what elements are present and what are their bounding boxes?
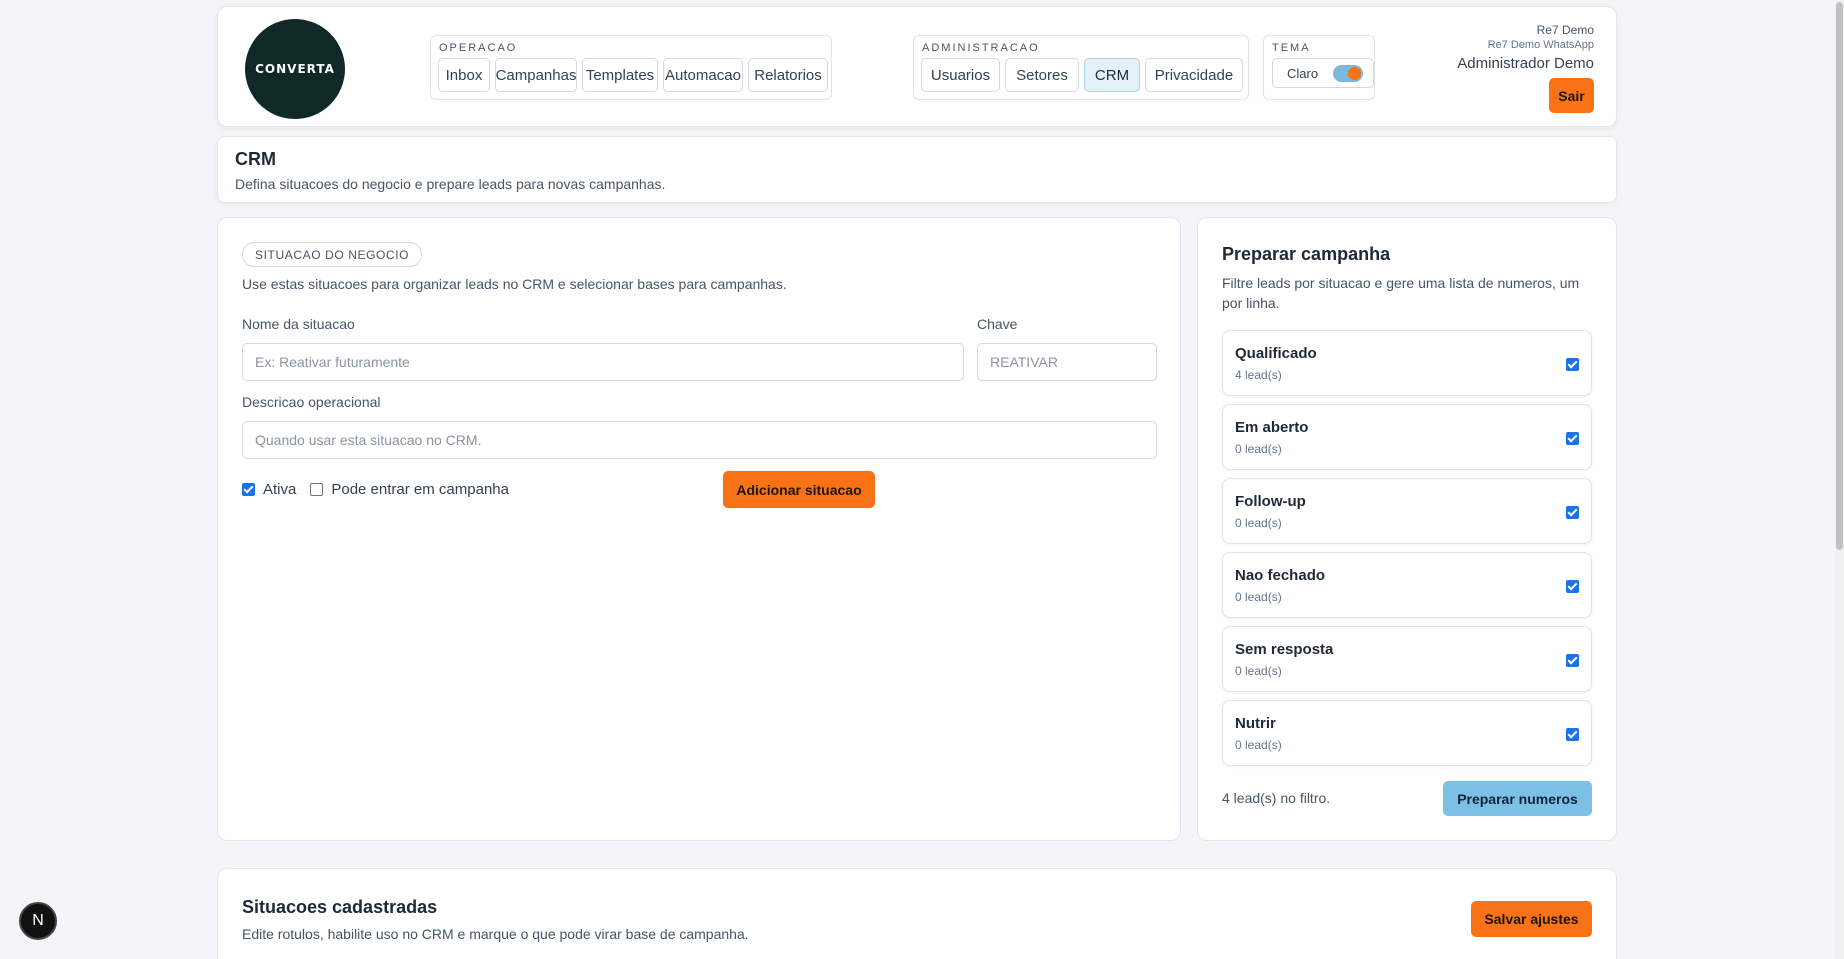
status-checkbox[interactable] [1566, 358, 1579, 371]
scrollbar-thumb[interactable] [1836, 2, 1843, 550]
situacoes-cadastradas-panel: Situacoes cadastradas Edite rotulos, hab… [217, 868, 1617, 959]
theme-label: TEMA [1272, 42, 1311, 54]
ativa-label: Ativa [263, 480, 297, 498]
nav-templates[interactable]: Templates [582, 58, 658, 92]
brand-logo[interactable]: CONVERTA [245, 19, 345, 119]
status-count: 0 lead(s) [1235, 442, 1282, 456]
form-options: Ativa Pode entrar em campanha [242, 471, 509, 507]
nav-group-label: ADMINISTRACAO [922, 42, 1040, 54]
nav-usuarios[interactable]: Usuarios [921, 58, 1000, 92]
preparar-description: Filtre leads por situacao e gere uma lis… [1222, 275, 1580, 311]
campanha-checkbox[interactable] [310, 482, 324, 496]
status-name: Sem resposta [1235, 641, 1334, 658]
top-header: CONVERTA OPERACAO Inbox Campanhas Templa… [217, 6, 1617, 127]
status-count: 0 lead(s) [1235, 590, 1282, 604]
status-checkbox[interactable] [1566, 506, 1579, 519]
theme-switch[interactable] [1333, 65, 1363, 82]
theme-group: TEMA Claro [1263, 35, 1375, 100]
status-card-sem-resposta[interactable]: Sem resposta 0 lead(s) [1222, 626, 1592, 692]
status-card-qualificado[interactable]: Qualificado 4 lead(s) [1222, 330, 1592, 396]
nav-privacidade[interactable]: Privacidade [1145, 58, 1243, 92]
page-scrollbar[interactable] [1835, 0, 1844, 959]
status-checkbox[interactable] [1566, 654, 1579, 667]
account-name: Re7 Demo WhatsApp [1487, 39, 1594, 51]
status-count: 0 lead(s) [1235, 664, 1282, 678]
nav-group-operacao: OPERACAO Inbox Campanhas Templates Autom… [430, 35, 832, 100]
status-name: Follow-up [1235, 493, 1306, 510]
nav-crm[interactable]: CRM [1084, 58, 1140, 92]
status-name: Nutrir [1235, 715, 1276, 732]
status-card-em-aberto[interactable]: Em aberto 0 lead(s) [1222, 404, 1592, 470]
switch-knob [1348, 67, 1361, 80]
dev-tools-badge[interactable]: N [19, 902, 57, 940]
preparar-title: Preparar campanha [1222, 244, 1391, 264]
ativa-checkbox[interactable] [242, 482, 255, 496]
nav-campanhas[interactable]: Campanhas [495, 58, 577, 92]
preparar-numeros-button[interactable]: Preparar numeros [1443, 781, 1592, 816]
status-name: Em aberto [1235, 419, 1309, 436]
logout-button[interactable]: Sair [1549, 78, 1594, 113]
theme-toggle[interactable]: Claro [1272, 58, 1374, 88]
page-subtitle: Defina situacoes do negocio e prepare le… [235, 176, 666, 192]
form-description: Use estas situacoes para organizar leads… [242, 276, 787, 292]
cadastradas-description: Edite rotulos, habilite uso no CRM e mar… [242, 926, 749, 942]
status-card-nutrir[interactable]: Nutrir 0 lead(s) [1222, 700, 1592, 766]
salvar-ajustes-button[interactable]: Salvar ajustes [1471, 901, 1592, 937]
cadastradas-title: Situacoes cadastradas [242, 897, 438, 917]
user-role: Administrador Demo [1457, 55, 1594, 72]
status-count: 0 lead(s) [1235, 738, 1282, 752]
status-card-nao-fechado[interactable]: Nao fechado 0 lead(s) [1222, 552, 1592, 618]
user-info: Re7 Demo Re7 Demo WhatsApp Administrador… [1457, 23, 1594, 74]
nav-inbox[interactable]: Inbox [438, 58, 490, 92]
chave-label: Chave [977, 316, 1018, 332]
nav-automacao[interactable]: Automacao [663, 58, 743, 92]
section-badge: SITUACAO DO NEGOCIO [242, 242, 423, 267]
nav-relatorios[interactable]: Relatorios [748, 58, 828, 92]
status-checkbox[interactable] [1566, 728, 1579, 741]
preparar-campanha-panel: Preparar campanha Filtre leads por situa… [1197, 217, 1617, 841]
campanha-label: Pode entrar em campanha [331, 480, 509, 498]
nome-label: Nome da situacao [242, 316, 355, 332]
app-frame: CONVERTA OPERACAO Inbox Campanhas Templa… [0, 0, 1844, 959]
status-checkbox[interactable] [1566, 580, 1579, 593]
descricao-input[interactable] [242, 421, 1157, 459]
add-situacao-button[interactable]: Adicionar situacao [723, 471, 875, 508]
situacao-form-panel: SITUACAO DO NEGOCIO Use estas situacoes … [217, 217, 1181, 841]
status-name: Nao fechado [1235, 567, 1326, 584]
org-name: Re7 Demo [1536, 23, 1594, 37]
logo-text: CONVERTA [255, 62, 335, 76]
status-name: Qualificado [1235, 345, 1317, 362]
status-checkbox[interactable] [1566, 432, 1579, 445]
page-header: CRM Defina situacoes do negocio e prepar… [217, 136, 1617, 203]
theme-value: Claro [1287, 65, 1319, 81]
descricao-label: Descricao operacional [242, 394, 381, 410]
nav-group-label: OPERACAO [439, 42, 518, 54]
nav-setores[interactable]: Setores [1005, 58, 1079, 92]
status-count: 4 lead(s) [1235, 368, 1282, 382]
filter-summary: 4 lead(s) no filtro. [1222, 790, 1331, 806]
status-card-follow-up[interactable]: Follow-up 0 lead(s) [1222, 478, 1592, 544]
status-count: 0 lead(s) [1235, 516, 1282, 530]
page-title: CRM [235, 149, 276, 169]
chave-input[interactable] [977, 343, 1157, 381]
nome-situacao-input[interactable] [242, 343, 964, 381]
nav-group-administracao: ADMINISTRACAO Usuarios Setores CRM Priva… [913, 35, 1249, 100]
